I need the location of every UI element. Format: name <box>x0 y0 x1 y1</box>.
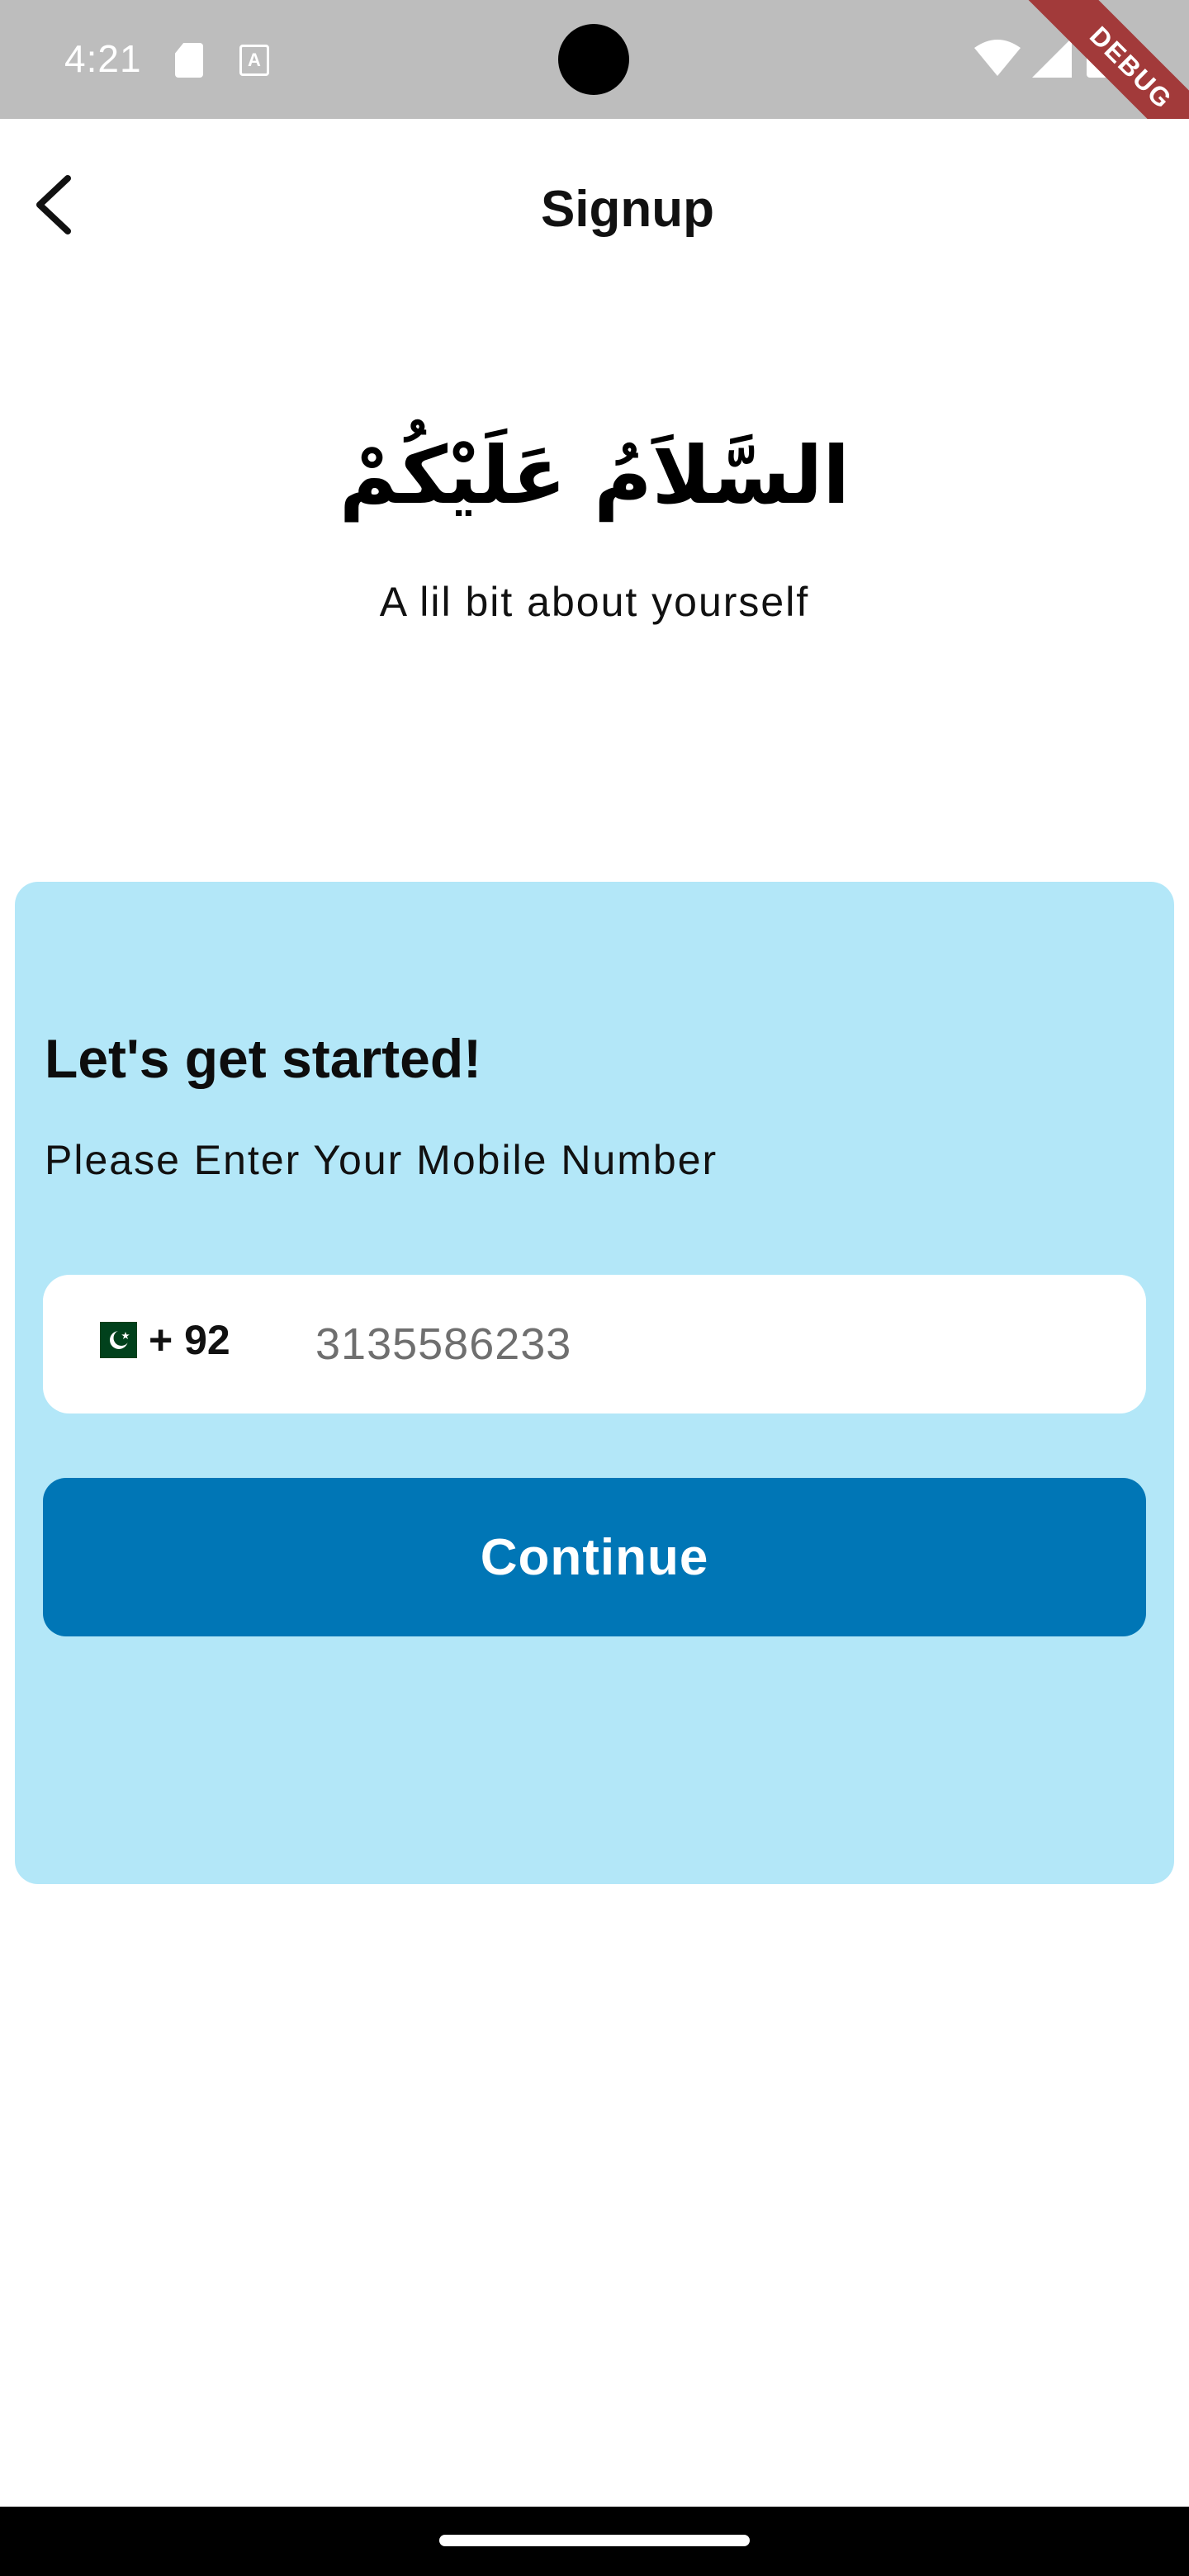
dial-code: + 92 <box>149 1317 230 1363</box>
phone-number-input[interactable] <box>315 1308 1108 1380</box>
card-subheading: Please Enter Your Mobile Number <box>45 1137 718 1183</box>
chevron-left-icon <box>36 175 71 234</box>
status-time: 4:21 <box>64 37 142 80</box>
wifi-icon <box>974 40 1021 76</box>
greeting-arabic: السَّلاَمُ عَلَيْكُمْ <box>339 429 850 522</box>
continue-button[interactable]: Continue <box>43 1478 1146 1636</box>
pakistan-flag-icon <box>88 1322 137 1358</box>
text-a-icon: A <box>239 45 269 76</box>
card-heading: Let's get started! <box>45 1028 482 1089</box>
phone-field: + 92 <box>43 1275 1146 1413</box>
greeting-subtitle: A lil bit about yourself <box>379 579 810 625</box>
country-code-picker[interactable]: + 92 <box>88 1316 230 1364</box>
sd-card-icon <box>175 43 203 78</box>
navigation-bar <box>0 2507 1189 2576</box>
status-bar: 4:21 A DEBUG <box>0 0 1189 191</box>
app-bar: Signup <box>0 119 1189 307</box>
signal-icon <box>1032 38 1072 78</box>
camera-cutout <box>558 24 629 95</box>
home-indicator[interactable] <box>439 2535 750 2546</box>
back-button[interactable] <box>20 172 86 238</box>
page-title: Signup <box>540 181 715 238</box>
signup-card: Let's get started! Please Enter Your Mob… <box>15 882 1174 1884</box>
